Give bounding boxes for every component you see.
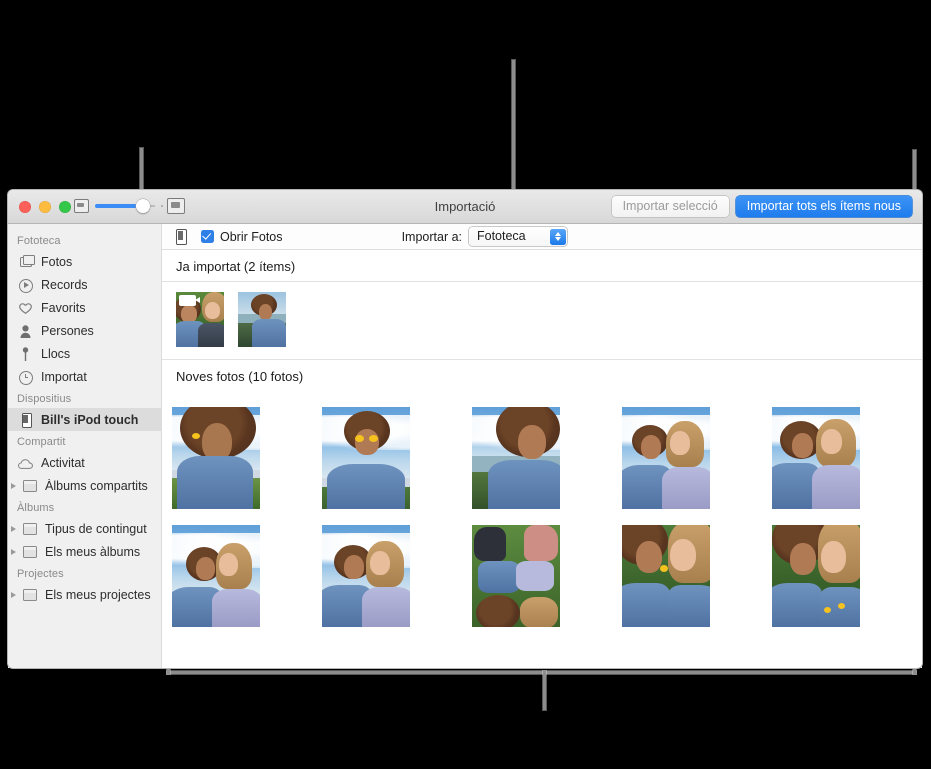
sidebar-item-persones[interactable]: Persones: [8, 319, 161, 342]
import-bar: Obrir Fotos Importar a: Fototeca: [162, 224, 922, 250]
sidebar-item-label: Favorits: [41, 300, 86, 315]
disclosure-triangle-icon[interactable]: [10, 548, 21, 555]
window-body: Fototeca Fotos Records Favorits Persones…: [8, 224, 922, 668]
sidebar-item-llocs[interactable]: Llocs: [8, 342, 161, 365]
photo-two-girls-sky[interactable]: [772, 407, 860, 509]
photo-two-girls-peace-sign[interactable]: [322, 525, 410, 627]
sidebar-item-label: Àlbums compartits: [45, 478, 148, 493]
grid-cell: [472, 407, 622, 509]
sidebar-item-label: Fotos: [41, 254, 73, 269]
photo-two-girls-sitting[interactable]: [172, 525, 260, 627]
sidebar-section-header-dispositius: Dispositius: [17, 393, 72, 405]
folder-icon: [21, 543, 38, 560]
import-to-value: Fototeca: [477, 229, 526, 243]
window-titlebar: Importació Importar selecció Importar to…: [8, 190, 922, 224]
already-imported-heading: Ja importat (2 ítems): [176, 259, 296, 274]
import-selection-button[interactable]: Importar selecció: [611, 196, 729, 217]
grid-cell: [172, 525, 322, 627]
sidebar-item-els-meus-projectes[interactable]: Els meus projectes: [8, 583, 161, 606]
grid-cell: [172, 407, 322, 509]
sidebar-item-records[interactable]: Records: [8, 273, 161, 296]
sidebar-item-tipus-de-contingut[interactable]: Tipus de contingut: [8, 517, 161, 540]
video-thumbnail-girls-on-grass[interactable]: [176, 292, 224, 347]
disclosure-triangle-icon[interactable]: [10, 482, 21, 489]
sidebar-item-label: Activitat: [41, 455, 85, 470]
person-icon: [17, 322, 34, 339]
photo-girls-close-grass[interactable]: [772, 525, 860, 627]
photos-scroll-area[interactable]: Ja importat (2 ítems) Noves fotos (10 fo…: [162, 250, 922, 668]
folder-icon: [21, 520, 38, 537]
new-photos-heading: Noves fotos (10 fotos): [176, 369, 304, 384]
open-photos-label: Obrir Fotos: [220, 229, 283, 244]
photo-girl-smiling-sea[interactable]: [472, 407, 560, 509]
grid-cell: [322, 407, 472, 509]
heart-icon: [17, 299, 34, 316]
sidebar-section-header-compartit: Compartit: [17, 436, 66, 448]
import-to-popup[interactable]: Fototeca: [469, 227, 567, 246]
callout-line-bottom-stem: [543, 671, 546, 710]
cloud-icon: [17, 454, 34, 471]
content-pane: Obrir Fotos Importar a: Fototeca Ja impo…: [162, 224, 922, 668]
toolbar-buttons: Importar selecció Importar tots els ítem…: [611, 196, 912, 217]
map-pin-icon: [17, 345, 34, 362]
sidebar-section-header-fototeca: Fototeca: [17, 235, 61, 247]
grid-cell: [322, 525, 472, 627]
sidebar-item-label: Persones: [41, 323, 94, 338]
photo-girl-flowers-eyes[interactable]: [322, 407, 410, 509]
sidebar-item-els-meus-albums[interactable]: Els meus àlbums: [8, 540, 161, 563]
disclosure-triangle-icon[interactable]: [10, 525, 21, 532]
photo-two-girls-sunglasses[interactable]: [622, 407, 710, 509]
photo-two-girls-lying-grass[interactable]: [472, 525, 560, 627]
photo-thumbnail-girl-beach[interactable]: [238, 292, 286, 347]
import-all-new-button[interactable]: Importar tots els ítems nous: [735, 196, 912, 217]
folder-icon: [21, 586, 38, 603]
sidebar-item-label: Bill's iPod touch: [41, 412, 139, 427]
photos-icon: [17, 253, 35, 270]
new-photos-grid: [162, 391, 922, 627]
photo-girls-laughing-grass[interactable]: [622, 525, 710, 627]
sidebar-section-header-albums: Àlbums: [17, 502, 55, 514]
sidebar-item-label: Records: [41, 277, 88, 292]
sidebar-item-favorits[interactable]: Favorits: [8, 296, 161, 319]
video-badge-icon: [179, 295, 200, 306]
memories-icon: [17, 276, 34, 293]
already-imported-strip: [162, 282, 922, 359]
sidebar-item-albums-compartits[interactable]: Àlbums compartits: [8, 474, 161, 497]
grid-cell: [772, 407, 922, 509]
sidebar-item-importat[interactable]: Importat: [8, 365, 161, 388]
import-to-label: Importar a:: [401, 229, 462, 244]
chevron-updown-icon: [549, 228, 566, 245]
sidebar-section-header-projectes: Projectes: [17, 568, 64, 580]
grid-cell: [472, 525, 622, 627]
photos-import-window: Importació Importar selecció Importar to…: [8, 190, 922, 668]
sidebar-item-bills-ipod-touch[interactable]: Bill's iPod touch: [8, 408, 161, 431]
sidebar-item-activitat[interactable]: Activitat: [8, 451, 161, 474]
ipod-device-icon: [176, 228, 187, 245]
grid-cell: [622, 525, 772, 627]
open-photos-checkbox[interactable]: [201, 230, 214, 243]
sidebar-item-label: Llocs: [41, 346, 71, 361]
photo-girl-looking-up[interactable]: [172, 407, 260, 509]
grid-cell: [772, 525, 922, 627]
ipod-icon: [17, 411, 34, 428]
sidebar-item-label: Tipus de contingut: [45, 521, 147, 536]
sidebar-item-fotos[interactable]: Fotos: [8, 250, 161, 273]
sidebar-item-label: Els meus àlbums: [45, 544, 141, 559]
sidebar-item-label: Importat: [41, 369, 87, 384]
sidebar: Fototeca Fotos Records Favorits Persones…: [8, 224, 162, 668]
import-to-group: Importar a: Fototeca: [402, 227, 922, 246]
callout-bracket-bottom-spine: [167, 671, 916, 674]
clock-icon: [17, 368, 34, 385]
disclosure-triangle-icon[interactable]: [10, 591, 21, 598]
folder-icon: [21, 477, 38, 494]
sidebar-item-label: Els meus projectes: [45, 587, 151, 602]
grid-cell: [622, 407, 772, 509]
